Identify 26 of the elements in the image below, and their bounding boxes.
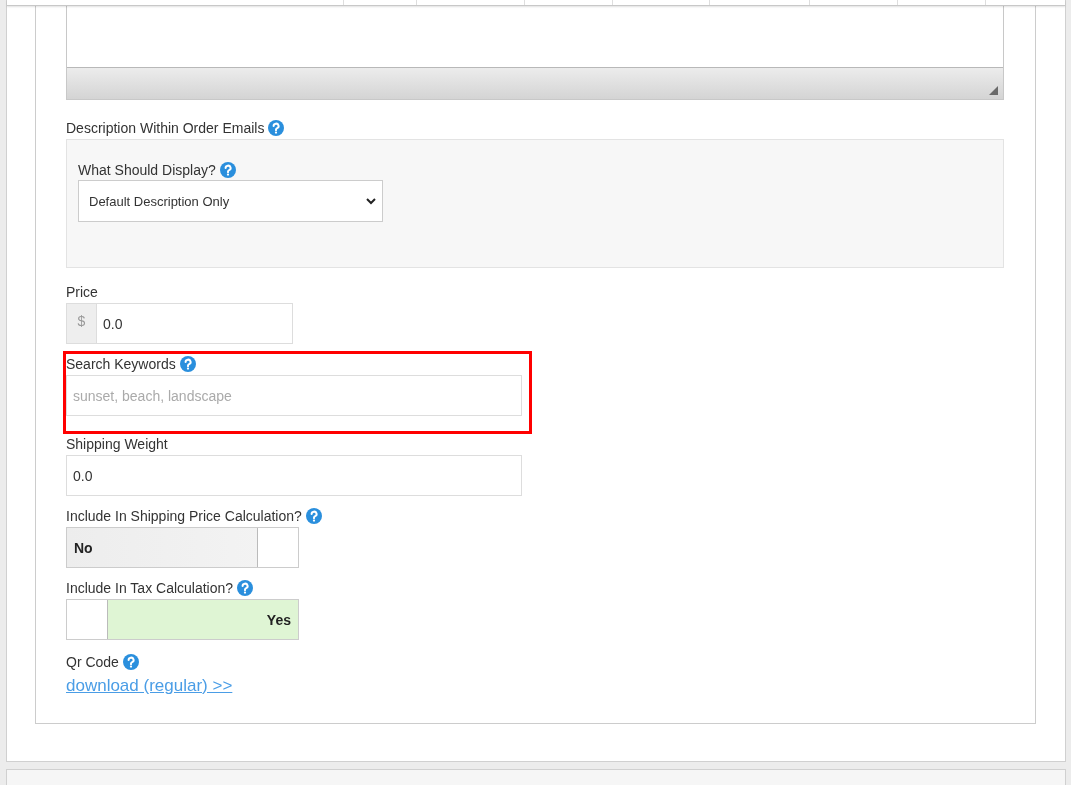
toggle-switch[interactable]: No xyxy=(66,527,299,568)
help-icon[interactable] xyxy=(179,356,196,372)
input-field[interactable]: 0.0 xyxy=(66,455,522,496)
price-field[interactable]: 0.0 xyxy=(96,303,293,344)
field-label: What Should Display? xyxy=(78,162,216,178)
field-label: Search Keywords xyxy=(66,356,176,372)
field-label: Include In Tax Calculation? xyxy=(66,580,234,596)
field-label: Price xyxy=(66,284,98,300)
help-icon[interactable] xyxy=(219,162,236,178)
help-icon[interactable] xyxy=(305,508,322,524)
help-icon[interactable] xyxy=(122,654,139,670)
toggle-handle[interactable] xyxy=(257,528,298,567)
resize-grip-icon[interactable] xyxy=(989,86,998,95)
input-field[interactable]: sunset, beach, landscape xyxy=(66,375,522,416)
help-icon[interactable] xyxy=(237,580,254,596)
editor-field[interactable] xyxy=(66,6,1004,100)
toggle-switch[interactable]: Yes xyxy=(66,599,299,640)
field-label: Qr Code xyxy=(66,654,119,670)
chevron-down-icon xyxy=(366,197,376,205)
field-label: Include In Shipping Price Calculation? xyxy=(66,508,302,524)
display-select[interactable]: Default Description Only xyxy=(78,180,383,222)
field-label: Description Within Order Emails xyxy=(66,120,265,136)
currency-addon: $ xyxy=(66,303,96,344)
toggle-handle[interactable] xyxy=(67,600,108,639)
field-label: Shipping Weight xyxy=(66,436,168,452)
help-icon[interactable] xyxy=(268,120,285,136)
